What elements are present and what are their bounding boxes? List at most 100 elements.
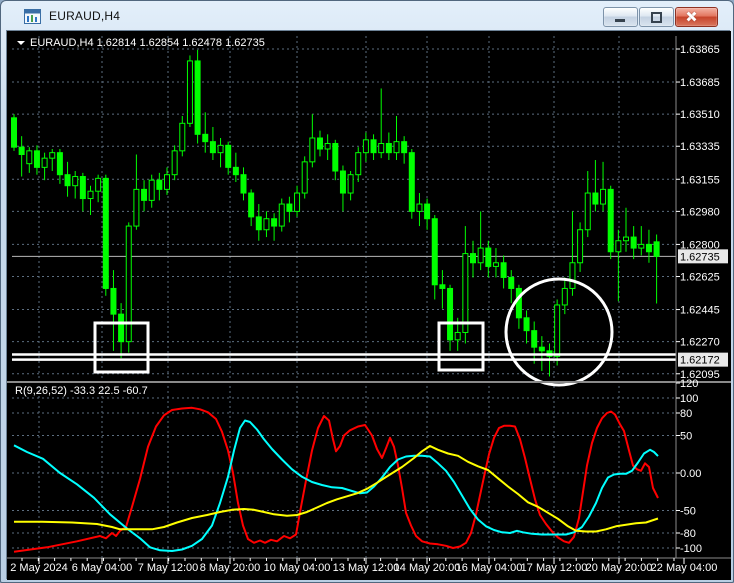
candle-body: [164, 174, 170, 190]
candle-body: [217, 144, 224, 154]
axis-label: 1.63155: [680, 174, 720, 186]
axis-label: 10 May 04:00: [264, 562, 331, 574]
candle-body: [286, 203, 293, 212]
candle-body: [470, 253, 476, 264]
candle-body: [347, 174, 354, 194]
axis-label: 1.63865: [680, 44, 720, 56]
candle-body: [49, 152, 56, 159]
candle-body: [623, 236, 629, 242]
axis-label: 1.62172: [680, 355, 720, 367]
axis-label: 1.62980: [680, 206, 720, 218]
candle-body: [538, 346, 545, 352]
minimize-icon: [615, 19, 625, 22]
candle-body: [615, 240, 622, 253]
candle-body: [515, 287, 522, 319]
axis-label: 8 May 20:00: [200, 562, 261, 574]
candle-body: [255, 216, 262, 231]
candle-body: [271, 218, 278, 227]
axis-label: 6 May 04:00: [72, 562, 133, 574]
candle-body: [653, 241, 660, 257]
axis-label: 1.62445: [680, 305, 720, 317]
axis-label: 1.62270: [680, 337, 720, 349]
axis-label: 17 May 12:00: [521, 562, 588, 574]
candle-body: [64, 174, 71, 187]
candle-body: [638, 243, 645, 249]
candle-body: [110, 287, 117, 315]
candle-body: [56, 152, 63, 176]
window-title: EURAUD,H4: [49, 8, 121, 23]
chart-svg[interactable]: 1.63865 1.63685 1.63510 1.63335 1.63155 1.629…: [7, 31, 731, 580]
candle-body: [324, 142, 331, 150]
candle-body: [156, 179, 163, 190]
axis-label: 1.63510: [680, 109, 720, 121]
candle-body: [33, 150, 40, 168]
candle-body: [416, 203, 423, 212]
axis-label: 20 May 20:00: [586, 562, 653, 574]
candle-body: [141, 188, 148, 201]
axis-label: 1.62625: [680, 272, 720, 284]
candle-body: [592, 192, 599, 205]
candle-body: [171, 150, 178, 176]
candle-body: [26, 150, 33, 165]
candle-body: [209, 141, 216, 154]
application-window: EURAUD,H4 1.63865 1.63685 1.63510 1.63335 1.…: [0, 0, 734, 583]
candle-body: [645, 243, 652, 253]
candle-body: [477, 247, 484, 264]
candle-body: [492, 262, 499, 267]
axis-label: 1.63685: [680, 77, 720, 89]
candle-body: [118, 313, 125, 343]
axis-label: 14 May 20:00: [394, 562, 461, 574]
candle-body: [630, 236, 637, 249]
candle-body: [584, 192, 591, 231]
candle-body: [179, 122, 186, 152]
candle-body: [500, 262, 507, 278]
candle-body: [225, 144, 232, 168]
candle-body: [569, 262, 576, 289]
candle-body: [561, 287, 568, 306]
candle-body: [332, 142, 339, 172]
candle-body: [523, 317, 530, 332]
candle-body: [462, 253, 469, 333]
candle-body: [194, 60, 201, 135]
axis-label: 7 May 12:00: [138, 562, 199, 574]
minimize-button[interactable]: [603, 7, 638, 27]
candle-body: [554, 304, 561, 357]
axis-label: 50: [680, 431, 692, 443]
candle-body: [278, 203, 285, 227]
candle-body: [11, 117, 17, 148]
candle-body: [294, 192, 301, 212]
window-icon: [24, 8, 41, 24]
axis-label: 16 May 04:00: [456, 562, 523, 574]
candle-body: [87, 190, 94, 200]
axis-label: -100: [680, 543, 702, 555]
candle-body: [447, 287, 454, 341]
candle-body: [531, 330, 538, 348]
candle-body: [607, 188, 614, 253]
candle-body: [301, 161, 308, 194]
axis-label: 120: [680, 378, 698, 390]
candle-body: [393, 141, 400, 154]
restore-button[interactable]: [639, 7, 674, 27]
chart-client: 1.63865 1.63685 1.63510 1.63335 1.63155 1.629…: [6, 30, 731, 580]
candle-body: [18, 146, 25, 156]
candle-body: [148, 179, 155, 201]
candle-body: [263, 218, 270, 231]
indicator-label: R(9,26,52) -33.3 22.5 -60.7: [15, 385, 148, 397]
close-button[interactable]: [675, 7, 718, 27]
candle-body: [577, 229, 584, 264]
titlebar[interactable]: EURAUD,H4: [1, 1, 733, 30]
candle-body: [102, 177, 109, 289]
candle-body: [186, 60, 193, 124]
candle-body: [378, 142, 385, 154]
candle-body: [317, 137, 323, 150]
axis-label: 2 May 2024: [10, 562, 67, 574]
axis-label: 100: [680, 393, 698, 405]
candle-body: [454, 331, 461, 341]
axis-label: 22 May 04:00: [651, 562, 718, 574]
candle-body: [508, 276, 515, 289]
candle-body: [41, 157, 48, 168]
candle-body: [339, 170, 346, 194]
axis-label: 13 May 12:00: [333, 562, 400, 574]
candle-body: [370, 139, 377, 154]
candle-body: [385, 142, 392, 154]
